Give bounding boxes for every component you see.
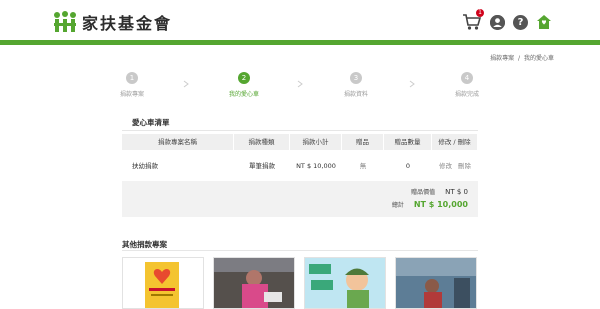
edit-link[interactable]: 修改	[439, 162, 452, 170]
step-label: 捐款專案	[119, 91, 144, 98]
project-card-book[interactable]	[122, 257, 204, 309]
col-header-actions: 修改 / 刪除	[432, 134, 478, 150]
project-photo-image	[396, 258, 476, 308]
cell-subtotal: NT $ 10,000	[296, 162, 336, 170]
breadcrumb-item-cart: 我的愛心車	[523, 55, 554, 62]
cell-project-name: 扶幼捐款	[132, 162, 158, 170]
project-card-photo-2[interactable]	[213, 257, 295, 309]
gift-value: NT $ 0	[445, 188, 468, 196]
step-1: 1 捐款專案	[102, 72, 162, 98]
other-projects-title: 其他捐款專案	[122, 240, 167, 249]
step-label: 捐款資料	[343, 91, 368, 98]
col-header-type: 捐款種類	[234, 134, 290, 150]
logo-mark-icon	[52, 11, 78, 33]
project-illustration-image	[305, 258, 385, 308]
user-icon[interactable]	[490, 14, 505, 30]
site-logo[interactable]: 家扶基金會	[52, 10, 172, 34]
cart-icon[interactable]: 1	[462, 9, 484, 31]
cart-section-title: 愛心車清單	[132, 118, 170, 127]
total-amount: NT $ 10,000	[413, 200, 468, 209]
cart-count-badge: 1	[476, 9, 484, 17]
breadcrumb: 捐款專案 / 我的愛心車	[489, 53, 555, 62]
help-icon[interactable]: ?	[513, 14, 528, 30]
breadcrumb-item-projects[interactable]: 捐款專案	[490, 55, 514, 62]
gift-value-row: 贈品價值 NT $ 0	[411, 187, 468, 196]
cart-table: 捐款專案名稱 捐款種類 捐款小計 贈品 贈品數量 修改 / 刪除 扶幼捐款 單筆…	[122, 134, 478, 182]
col-header-gift: 贈品	[342, 134, 384, 150]
site-header: 家扶基金會 1 ?	[0, 0, 600, 42]
book-cover-image	[145, 262, 179, 308]
chevron-right-icon	[409, 80, 415, 88]
step-number: 2	[238, 72, 250, 84]
cell-actions: 修改 刪除	[432, 150, 478, 181]
step-number: 1	[126, 72, 138, 84]
project-photo-image	[214, 258, 294, 308]
chevron-right-icon	[183, 80, 189, 88]
cart-summary: 贈品價值 NT $ 0 總計 NT $ 10,000	[122, 181, 478, 217]
breadcrumb-separator: /	[518, 55, 521, 62]
step-label: 我的愛心車	[228, 91, 259, 98]
project-card-photo-4[interactable]	[395, 257, 477, 309]
cell-gift-qty: 0	[405, 162, 411, 170]
step-2: 2 我的愛心車	[214, 72, 274, 98]
project-card-illustration[interactable]	[304, 257, 386, 309]
home-icon[interactable]	[536, 14, 552, 30]
chevron-right-icon	[297, 80, 303, 88]
logo-text: 家扶基金會	[82, 14, 173, 33]
divider	[122, 130, 478, 131]
table-row: 扶幼捐款 單筆捐款 NT $ 10,000 無 0 修改 刪除	[122, 150, 478, 182]
step-label: 捐款完成	[454, 91, 479, 98]
checkout-steps: 1 捐款專案 2 我的愛心車 3 捐款資料 4 捐款完成	[102, 72, 497, 102]
total-row: 總計 NT $ 10,000	[392, 200, 468, 209]
step-3: 3 捐款資料	[326, 72, 386, 98]
cell-gift: 無	[359, 162, 367, 170]
step-number: 3	[350, 72, 362, 84]
cell-type: 單筆捐款	[249, 162, 275, 170]
header-accent-bar	[0, 40, 600, 45]
table-header: 捐款專案名稱 捐款種類 捐款小計 贈品 贈品數量 修改 / 刪除	[122, 134, 478, 150]
divider	[122, 250, 478, 251]
col-header-project: 捐款專案名稱	[122, 134, 234, 150]
gift-value-label: 贈品價值	[411, 189, 436, 196]
delete-link[interactable]: 刪除	[458, 162, 471, 170]
col-header-gift-qty: 贈品數量	[384, 134, 432, 150]
step-4: 4 捐款完成	[437, 72, 497, 98]
total-label: 總計	[391, 202, 404, 209]
col-header-subtotal: 捐款小計	[290, 134, 342, 150]
step-number: 4	[461, 72, 473, 84]
